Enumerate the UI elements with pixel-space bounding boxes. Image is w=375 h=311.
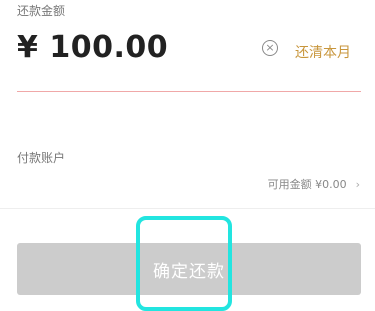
chevron-right-icon: › [355,177,360,191]
repay-this-month-button[interactable]: 还清本月 [295,42,351,62]
available-balance-text: 可用金额 ¥0.00 [267,178,347,191]
payment-account-selector[interactable]: 可用金额 ¥0.00 › [268,176,360,192]
section-divider [0,208,375,209]
repay-amount-value[interactable]: ¥ 100.00 [17,30,168,65]
repay-amount-label: 还款金额 [17,4,66,18]
confirm-repay-button[interactable]: 确定还款 [17,243,361,295]
confirm-repay-label: 确定还款 [153,261,225,282]
payment-account-label: 付款账户 [17,151,66,165]
amount-row: ¥ 100.00 [17,30,168,65]
clear-icon[interactable]: × [262,40,278,56]
amount-underline [17,91,361,92]
